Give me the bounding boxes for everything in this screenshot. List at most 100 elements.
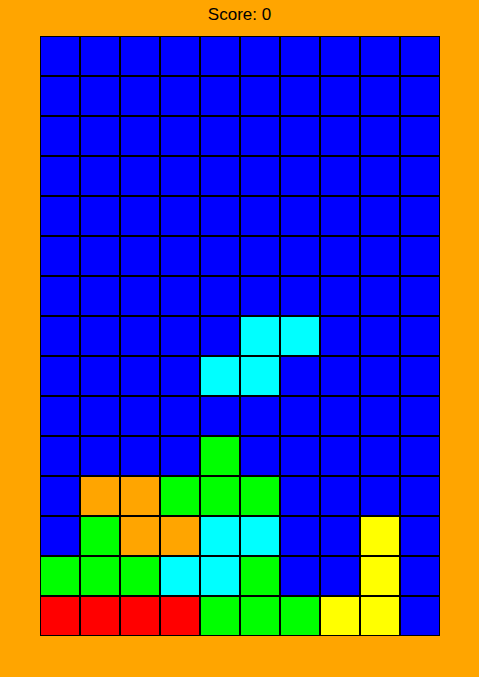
board-cell — [280, 76, 320, 116]
board-cell — [200, 396, 240, 436]
board-cell — [240, 316, 280, 356]
board-cell — [120, 316, 160, 356]
board-cell — [360, 76, 400, 116]
board-cell — [200, 196, 240, 236]
board-cell — [200, 316, 240, 356]
board-cell — [400, 116, 440, 156]
board-cell — [360, 516, 400, 556]
board-cell — [40, 236, 80, 276]
board-cell — [240, 436, 280, 476]
board-cell — [40, 276, 80, 316]
board-cell — [400, 156, 440, 196]
board-cell — [360, 476, 400, 516]
board-cell — [320, 356, 360, 396]
board-cell — [320, 236, 360, 276]
board-cell — [80, 196, 120, 236]
board-cell — [160, 556, 200, 596]
board-cell — [400, 396, 440, 436]
board-cell — [320, 596, 360, 636]
board-cell — [360, 116, 400, 156]
board-cell — [80, 356, 120, 396]
board-cell — [160, 276, 200, 316]
board-cell — [40, 476, 80, 516]
board-cell — [320, 36, 360, 76]
game-screen: Score: 0 — [0, 0, 479, 677]
board-cell — [200, 596, 240, 636]
board-cell — [240, 476, 280, 516]
board-cell — [400, 316, 440, 356]
board-cell — [360, 196, 400, 236]
board-cell — [240, 276, 280, 316]
board-cell — [80, 76, 120, 116]
board-cell — [120, 276, 160, 316]
board-cell — [80, 36, 120, 76]
board-cell — [400, 356, 440, 396]
board-cell — [80, 276, 120, 316]
score-label: Score: 0 — [208, 0, 271, 30]
board-cell — [120, 76, 160, 116]
board-cell — [80, 236, 120, 276]
board-cell — [200, 476, 240, 516]
board-cell — [80, 436, 120, 476]
board-cell — [360, 356, 400, 396]
board-cell — [400, 436, 440, 476]
board-cell — [360, 316, 400, 356]
board-cell — [240, 356, 280, 396]
board-cell — [280, 596, 320, 636]
board-cell — [200, 276, 240, 316]
board-cell — [360, 36, 400, 76]
board-cell — [40, 76, 80, 116]
board-cell — [80, 116, 120, 156]
board-cell — [320, 556, 360, 596]
board-cell — [400, 236, 440, 276]
board-cell — [240, 556, 280, 596]
board-cell — [240, 156, 280, 196]
board-cell — [120, 596, 160, 636]
board-cell — [200, 436, 240, 476]
board-cell — [200, 516, 240, 556]
board-cell — [160, 596, 200, 636]
board-cell — [80, 476, 120, 516]
board-cell — [120, 196, 160, 236]
board-cell — [280, 396, 320, 436]
board-cell — [200, 116, 240, 156]
board-cell — [160, 196, 200, 236]
board-cell — [40, 596, 80, 636]
board-cell — [200, 356, 240, 396]
board-cell — [80, 396, 120, 436]
board-cell — [400, 596, 440, 636]
board-cell — [320, 156, 360, 196]
board-cell — [240, 76, 280, 116]
board-cell — [80, 156, 120, 196]
board-cell — [360, 596, 400, 636]
board-cell — [240, 36, 280, 76]
board-cell — [400, 196, 440, 236]
board-cell — [240, 396, 280, 436]
board-cell — [160, 316, 200, 356]
board-cell — [400, 36, 440, 76]
board-cell — [280, 236, 320, 276]
board-cell — [280, 476, 320, 516]
board-cell — [160, 396, 200, 436]
board-cell — [280, 316, 320, 356]
board-cell — [360, 436, 400, 476]
board-cell — [320, 516, 360, 556]
board-cell — [200, 156, 240, 196]
board-cell — [120, 356, 160, 396]
board-cell — [400, 76, 440, 116]
board-cell — [200, 36, 240, 76]
board-cell — [40, 116, 80, 156]
board-cell — [160, 76, 200, 116]
board-cell — [80, 316, 120, 356]
board-cell — [360, 236, 400, 276]
board-cell — [240, 516, 280, 556]
board-cell — [240, 236, 280, 276]
board-cell — [280, 436, 320, 476]
board-cell — [360, 396, 400, 436]
board-cell — [320, 316, 360, 356]
board-cell — [120, 156, 160, 196]
board-cell — [40, 156, 80, 196]
board-cell — [160, 356, 200, 396]
board-cell — [200, 556, 240, 596]
game-board[interactable] — [40, 36, 440, 636]
